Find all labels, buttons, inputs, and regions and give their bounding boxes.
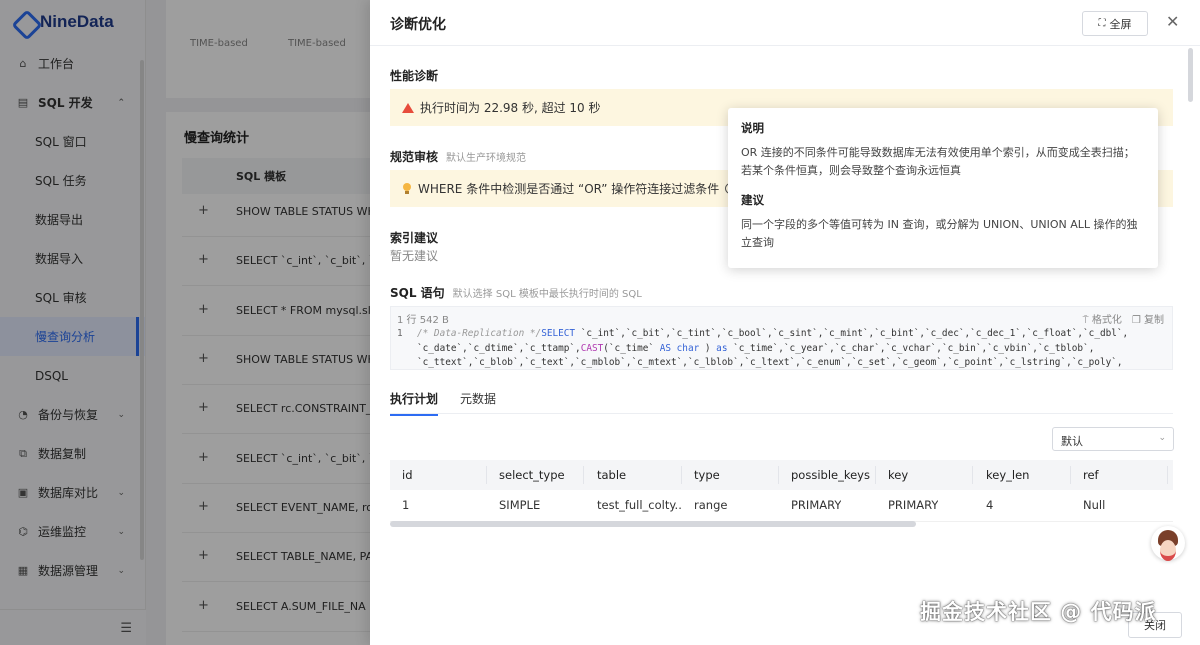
warning-icon [402,102,414,113]
rule-alert-text: WHERE 条件中检测是否通过 “OR” 操作符连接过滤条件 [418,182,720,196]
table-header: id select_type table type possible_keys … [390,460,1173,490]
sql-sub: 默认选择 SQL 模板中最长执行时间的 SQL [452,289,642,300]
code-text: `c_int`,`c_bit`,`c_tint`,`c_bool`,`c_sin… [575,328,1129,339]
format-icon: ⍑ [1082,315,1089,326]
drawer-scrollbar[interactable] [1188,48,1193,102]
code-text: ) [699,342,717,354]
code-keyword: SELECT [541,328,576,339]
table-cell: SIMPLE [499,498,541,512]
lightbulb-icon [402,182,412,195]
table-cell: 4 [986,498,994,512]
popover-advice-title: 建议 [741,193,764,207]
column-header: key_len [986,468,1030,482]
code-keyword: AS char [659,342,700,354]
fullscreen-icon: ⛶ [1098,18,1106,29]
column-header: key [888,468,909,482]
code-line: `c_date`,`c_dtime`,`c_ttamp`,CAST(`c_tim… [397,342,1167,357]
copy-button[interactable]: ❐ 复制 [1132,311,1164,326]
column-header: type [694,468,720,482]
table-cell: PRIMARY [791,498,842,512]
column-header: table [597,468,627,482]
code-meta: 1 行 542 B [397,315,449,326]
assistant-avatar[interactable] [1151,526,1185,561]
rule-label: 规范审核 [390,150,439,164]
tab-metadata[interactable]: 元数据 [460,390,496,414]
column-header: ref [1083,468,1099,482]
code-tools: ⍑ 格式化 ❐ 复制 [1083,311,1164,326]
format-label: 格式化 [1091,315,1122,326]
column-header: select_type [499,468,565,482]
rule-sub: 默认生产环境规范 [446,153,527,164]
sql-section-title: SQL 语句 默认选择 SQL 模板中最长执行时间的 SQL [390,284,642,301]
fullscreen-label: 全屏 [1109,17,1132,31]
watermark: 掘金技术社区 @ 代码派 [920,600,1157,624]
code-keyword: as [716,342,728,354]
rule-info-popover: 说明 OR 连接的不同条件可能导致数据库无法有效使用单个索引，从而变成全表扫描；… [728,108,1158,268]
code-comment: /* Data-Replication */ [417,328,542,339]
code-text: `c_ttext`,`c_blob`,`c_text`,`c_mblob`,`c… [417,357,1123,368]
close-icon[interactable]: ✕ [1166,12,1179,31]
code-line: 1 /* Data-Replication */SELECT `c_int`,`c… [397,327,1167,342]
diagnosis-drawer: 诊断优化 ⛶ 全屏 ✕ 性能诊断 执行时间为 22.98 秒, 超过 10 秒 … [370,0,1200,645]
table-horizontal-scrollbar[interactable] [390,521,916,527]
popover-advice-text: 同一个字段的多个等值可转为 IN 查询，或分解为 UNION、UNION ALL… [741,218,1138,249]
perf-section-title: 性能诊断 [390,69,439,83]
execution-plan-table: id select_type table type possible_keys … [390,460,1173,522]
plan-format-select[interactable]: 默认 ⌄ [1052,427,1174,451]
code-text: `c_date`,`c_dtime`,`c_ttamp`, [417,342,581,354]
code-lines: 1 /* Data-Replication */SELECT `c_int`,`c… [397,327,1167,371]
tab-execution-plan[interactable]: 执行计划 [390,390,439,416]
drawer-header: 诊断优化 ⛶ 全屏 ✕ [370,0,1200,46]
select-value: 默认 [1061,435,1083,448]
code-line: `c_ttext`,`c_blob`,`c_text`,`c_mblob`,`c… [397,356,1167,371]
drawer-title: 诊断优化 [390,17,446,33]
popover-desc-title: 说明 [741,121,764,135]
popover-desc-text: OR 连接的不同条件可能导致数据库无法有效使用单个索引，从而变成全表扫描；若某个… [741,146,1135,177]
table-cell: test_full_colty... [597,498,683,512]
copy-label: 复制 [1144,315,1164,326]
table-cell: PRIMARY [888,498,939,512]
column-header: id [402,468,413,482]
table-cell: range [694,498,728,512]
sql-code-block[interactable]: 1 行 542 B ⍑ 格式化 ❐ 复制 1 /* Data-Replicatio… [390,306,1173,370]
modal-overlay[interactable] [0,0,370,645]
code-text: `c_time`,`c_year`,`c_char`,`c_vchar`,`c_… [727,342,1095,354]
sql-label: SQL 语句 [390,286,445,300]
format-button[interactable]: ⍑ 格式化 [1083,311,1122,326]
rule-section-title: 规范审核 默认生产环境规范 [390,148,526,165]
table-row[interactable]: 1 SIMPLE test_full_colty... range PRIMAR… [390,490,1173,522]
chevron-down-icon: ⌄ [1158,433,1166,443]
fullscreen-button[interactable]: ⛶ 全屏 [1082,11,1148,36]
plan-tabs: 执行计划 元数据 [390,386,1173,416]
code-function: CAST [580,342,604,354]
index-value: 暂无建议 [390,249,439,263]
perf-alert-text: 执行时间为 22.98 秒, 超过 10 秒 [420,101,601,115]
line-number: 1 [397,328,403,339]
index-section-title: 索引建议 [390,231,439,245]
copy-icon: ❐ [1131,315,1141,326]
table-cell: 1 [402,498,410,512]
table-cell: Null [1083,498,1106,512]
code-text: (`c_time` [603,342,660,354]
column-header: possible_keys [791,468,870,482]
